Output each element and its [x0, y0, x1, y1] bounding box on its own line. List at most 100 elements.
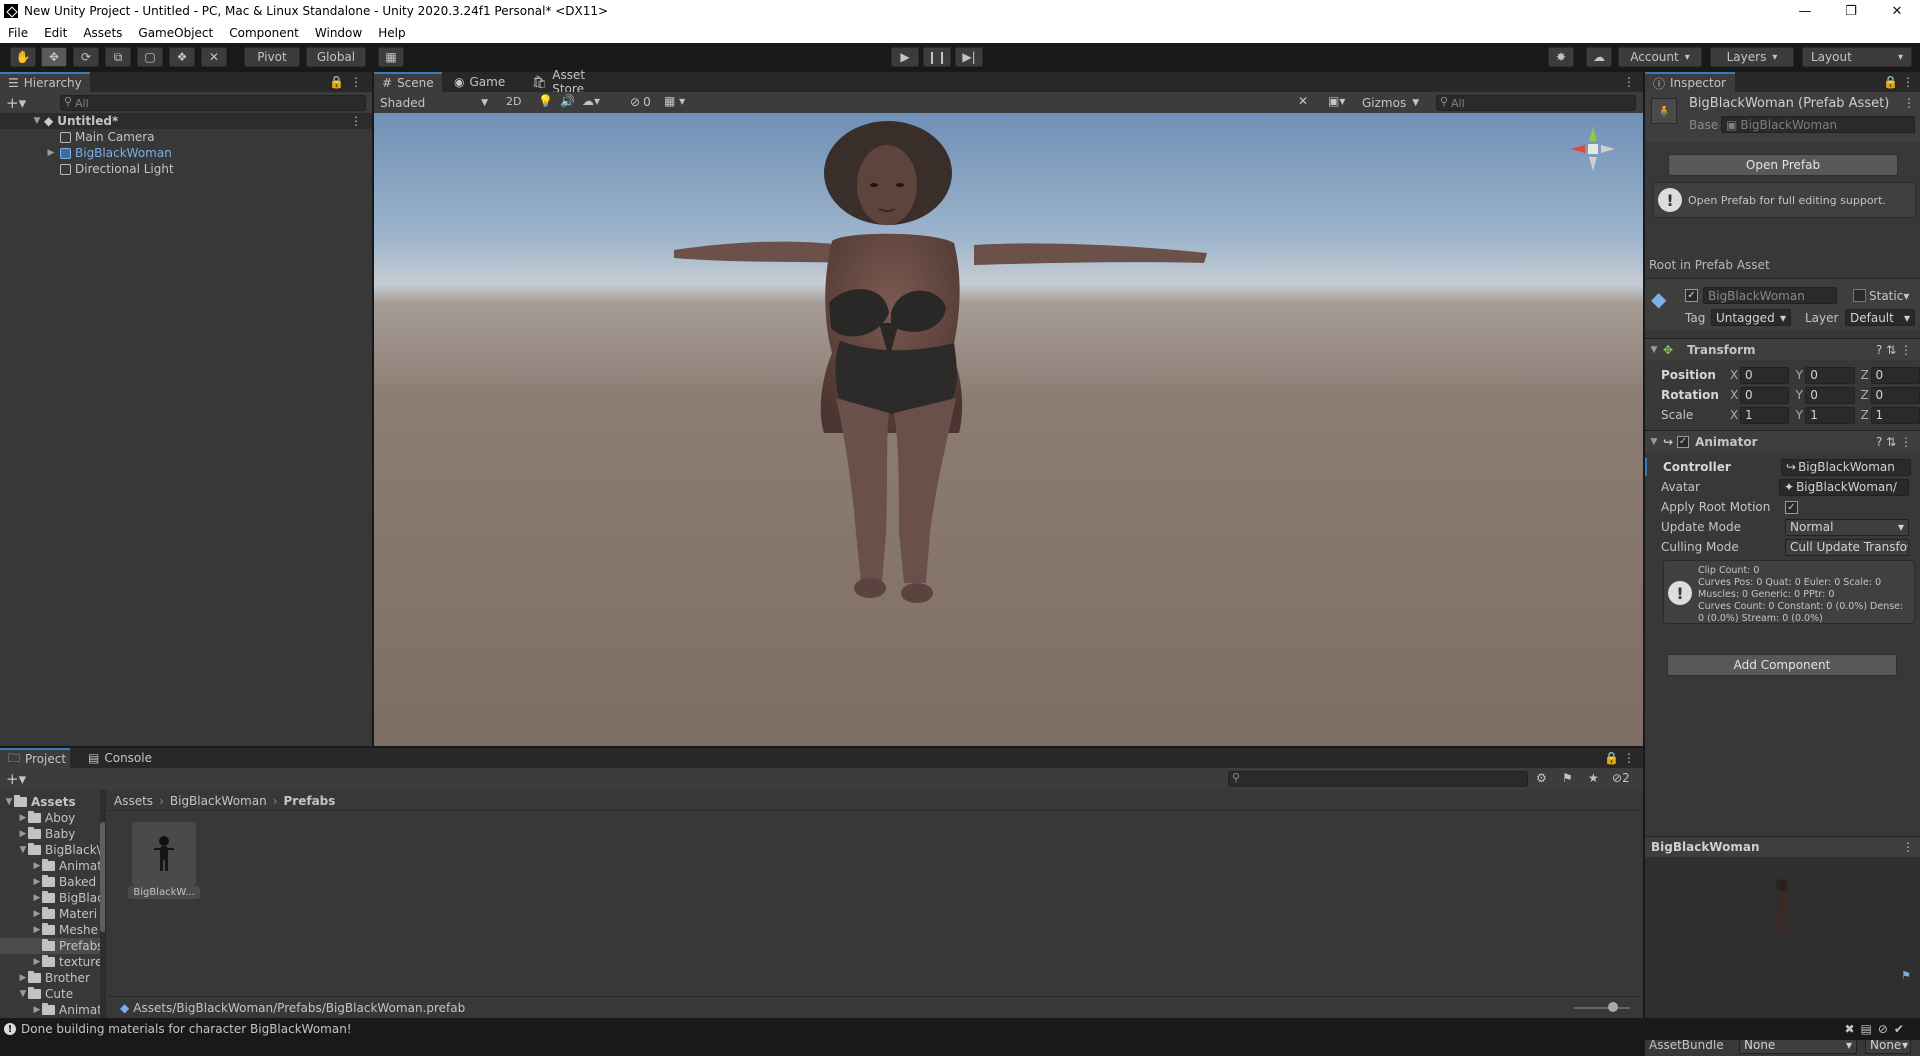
- chevron-right-icon[interactable]: ▶: [32, 877, 42, 887]
- scene-menu-icon[interactable]: ⋮: [350, 114, 362, 128]
- panel-menu-icon[interactable]: ⋮: [350, 72, 362, 92]
- transform-tool-icon[interactable]: ❖: [169, 47, 195, 67]
- tab-scene[interactable]: # Scene: [374, 72, 442, 92]
- grid-toggle-icon[interactable]: ▦ ▾: [664, 94, 685, 108]
- gizmos-dropdown[interactable]: Gizmos ▼: [1362, 94, 1419, 111]
- lock-icon[interactable]: 🔒: [1883, 72, 1898, 92]
- base-prefab-field[interactable]: ▣ BigBlackWoman: [1721, 116, 1915, 133]
- tree-item-textures[interactable]: ▶ texture: [32, 954, 102, 970]
- status-icons[interactable]: ✖▤⊘✔: [1844, 1022, 1910, 1036]
- tree-item-bigblackwoman[interactable]: ▼ BigBlack\: [18, 842, 101, 858]
- tag-dropdown[interactable]: Untagged ▾: [1711, 309, 1791, 326]
- apply-root-motion-checkbox[interactable]: ✓: [1785, 500, 1798, 514]
- add-component-button[interactable]: Add Component: [1667, 654, 1897, 676]
- hidden-objects-toggle[interactable]: ⊘ 0: [630, 95, 651, 109]
- component-options-icon[interactable]: ? ⇅ ⋮: [1876, 435, 1912, 449]
- tree-item-materials[interactable]: ▶ Materi: [32, 906, 97, 922]
- rotate-tool-icon[interactable]: ⟳: [73, 47, 99, 67]
- chevron-right-icon[interactable]: ▶: [18, 813, 28, 823]
- zoom-slider-thumb[interactable]: [1608, 1002, 1618, 1012]
- controller-field[interactable]: ↪ BigBlackWoman: [1781, 458, 1911, 476]
- active-checkbox[interactable]: ✓: [1685, 289, 1698, 302]
- position-y-field[interactable]: 0: [1805, 366, 1855, 384]
- scale-x-field[interactable]: 1: [1739, 406, 1790, 424]
- animator-enabled-checkbox[interactable]: ✓: [1677, 435, 1690, 448]
- audio-icon[interactable]: 🔊: [560, 94, 575, 108]
- scale-tool-icon[interactable]: ⧉: [105, 47, 131, 67]
- search-by-type-icon[interactable]: ⚙: [1536, 771, 1547, 785]
- rotation-y-field[interactable]: 0: [1805, 386, 1855, 404]
- maximize-button[interactable]: ❐: [1828, 0, 1874, 22]
- menu-gameobject[interactable]: GameObject: [130, 26, 221, 40]
- breadcrumb-bigblackwoman[interactable]: BigBlackWoman: [170, 794, 267, 808]
- chevron-right-icon[interactable]: ▶: [18, 973, 28, 983]
- chevron-right-icon[interactable]: ▶: [32, 1005, 42, 1015]
- tree-item-aboy[interactable]: ▶ Aboy: [18, 810, 75, 826]
- open-prefab-button[interactable]: Open Prefab: [1668, 154, 1898, 176]
- tree-item-animations[interactable]: ▶ Animat: [32, 858, 102, 874]
- tab-asset-store[interactable]: 🛍 Asset Store: [524, 68, 624, 96]
- tree-item-prefabs[interactable]: Prefabs: [0, 938, 105, 954]
- rotation-z-field[interactable]: 0: [1870, 386, 1920, 404]
- asset-thumbnail[interactable]: [132, 822, 196, 886]
- custom-tool-icon[interactable]: ✕: [201, 47, 227, 67]
- chevron-down-icon[interactable]: ▼: [32, 116, 42, 126]
- name-field[interactable]: BigBlackWoman: [1703, 287, 1837, 304]
- create-button[interactable]: +▾: [6, 94, 26, 112]
- tools-icon[interactable]: ✕: [1298, 94, 1308, 108]
- hand-tool-icon[interactable]: ✋: [10, 47, 36, 67]
- step-button[interactable]: ▶|: [955, 47, 983, 67]
- menu-help[interactable]: Help: [370, 26, 413, 40]
- component-options-icon[interactable]: ? ⇅ ⋮: [1876, 343, 1912, 357]
- tree-item-brother[interactable]: ▶ Brother: [18, 970, 90, 986]
- tab-game[interactable]: ◉ Game: [446, 72, 512, 92]
- zoom-slider-track[interactable]: [1574, 1007, 1630, 1009]
- menu-component[interactable]: Component: [221, 26, 307, 40]
- tab-console[interactable]: ▤ Console: [80, 748, 160, 768]
- project-search-input[interactable]: [1228, 771, 1528, 787]
- static-checkbox[interactable]: [1853, 289, 1866, 302]
- transform-header[interactable]: ▼ ✥ Transform ? ⇅ ⋮: [1645, 338, 1920, 360]
- move-tool-icon[interactable]: ✥: [41, 47, 67, 67]
- avatar-field[interactable]: ✦ BigBlackWoman/: [1779, 478, 1909, 496]
- chevron-right-icon[interactable]: ▶: [32, 957, 42, 967]
- lock-icon[interactable]: 🔒: [1604, 748, 1619, 768]
- global-toggle[interactable]: Global: [306, 47, 366, 67]
- chevron-right-icon[interactable]: ▶: [46, 148, 56, 158]
- panel-menu-icon[interactable]: ⋮: [1902, 72, 1914, 92]
- minimize-button[interactable]: —: [1782, 0, 1828, 22]
- hierarchy-item-main-camera[interactable]: Main Camera: [0, 129, 372, 145]
- culling-mode-dropdown[interactable]: Cull Update Transfo▾: [1785, 538, 1909, 556]
- tab-project[interactable]: 🗀 Project: [0, 748, 70, 768]
- scale-y-field[interactable]: 1: [1805, 406, 1855, 424]
- chevron-right-icon[interactable]: ▶: [32, 861, 42, 871]
- 2d-toggle[interactable]: 2D: [506, 95, 521, 108]
- effects-icon[interactable]: ☁▾: [582, 94, 600, 108]
- chevron-right-icon[interactable]: ▶: [32, 893, 42, 903]
- rotation-x-field[interactable]: 0: [1739, 386, 1790, 404]
- scale-z-field[interactable]: 1: [1870, 406, 1920, 424]
- menu-file[interactable]: File: [0, 26, 36, 40]
- panel-menu-icon[interactable]: ⋮: [1623, 748, 1635, 768]
- position-z-field[interactable]: 0: [1870, 366, 1920, 384]
- preview-menu-icon[interactable]: ⋮: [1902, 840, 1914, 854]
- hierarchy-item-directional-light[interactable]: Directional Light: [0, 161, 372, 177]
- layout-dropdown[interactable]: Layout: [1802, 47, 1912, 67]
- layer-dropdown[interactable]: Default ▾: [1845, 309, 1915, 326]
- breadcrumb-assets[interactable]: Assets: [114, 794, 153, 808]
- scene-search-input[interactable]: All: [1436, 95, 1636, 111]
- chevron-down-icon[interactable]: ▼: [18, 845, 28, 855]
- tree-scrollbar-thumb[interactable]: [100, 822, 105, 932]
- rect-tool-icon[interactable]: ▢: [137, 47, 163, 67]
- cloud-icon[interactable]: ☁: [1586, 47, 1612, 67]
- tree-item-cute-animations[interactable]: ▶ Animat: [32, 1002, 102, 1018]
- position-x-field[interactable]: 0: [1739, 366, 1790, 384]
- chevron-down-icon[interactable]: ▼: [1649, 345, 1659, 355]
- static-dropdown[interactable]: Static▾: [1869, 289, 1909, 303]
- lighting-icon[interactable]: 💡: [538, 94, 553, 108]
- tree-item-assets[interactable]: ▼ Assets: [4, 794, 76, 810]
- chevron-right-icon[interactable]: ▶: [18, 829, 28, 839]
- favorites-star-icon[interactable]: ★: [1588, 771, 1599, 785]
- asset-label[interactable]: BigBlackW...: [128, 886, 200, 899]
- menu-assets[interactable]: Assets: [75, 26, 130, 40]
